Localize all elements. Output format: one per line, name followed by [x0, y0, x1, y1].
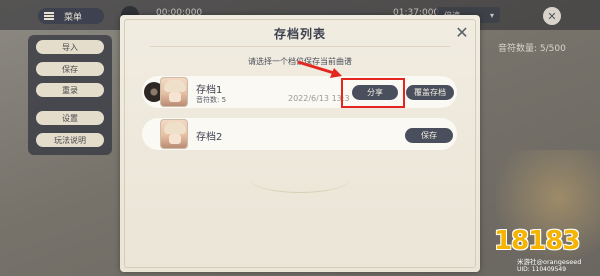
dialog-ornament: [250, 165, 350, 193]
highlight-box: [341, 78, 405, 108]
dialog-close-icon[interactable]: ✕: [452, 22, 472, 42]
divider: [150, 46, 450, 47]
overwrite-save-button[interactable]: 覆盖存档: [406, 85, 454, 100]
save-slot-2[interactable]: 存档2 保存: [142, 118, 457, 150]
watermark-site: 米游社@orangeseed: [517, 258, 582, 266]
slot-note-count: 音符数: 5: [196, 96, 227, 104]
dialog-title: 存档列表: [273, 27, 326, 41]
settings-button[interactable]: 设置: [36, 111, 104, 125]
menu-button[interactable]: 菜单: [38, 8, 104, 24]
instructions-button[interactable]: 玩法说明: [36, 133, 104, 147]
avatar: [160, 119, 188, 149]
save-list-dialog: 存档列表 ✕ 请选择一个档位保存当前曲谱 存档1 音符数: 5 2022/6/1…: [120, 15, 480, 272]
chevron-down-icon: ▾: [489, 10, 494, 20]
annotation-arrow-icon: [297, 60, 342, 78]
close-icon[interactable]: ✕: [543, 7, 561, 25]
rerecord-button[interactable]: 重录: [36, 83, 104, 97]
slot-name: 存档2: [196, 132, 223, 143]
import-button[interactable]: 导入: [36, 40, 104, 54]
save-menu-button[interactable]: 保存: [36, 62, 104, 76]
menu-icon: [44, 12, 54, 20]
watermark-logo: 18183: [494, 226, 580, 256]
avatar: [160, 77, 188, 107]
note-count: 音符数量: 5/500: [498, 44, 566, 54]
menu-label: 菜单: [64, 12, 83, 23]
slot-name: 存档1: [196, 85, 223, 96]
save-button[interactable]: 保存: [405, 128, 453, 143]
watermark-uid: UID: 110409549: [517, 266, 567, 273]
